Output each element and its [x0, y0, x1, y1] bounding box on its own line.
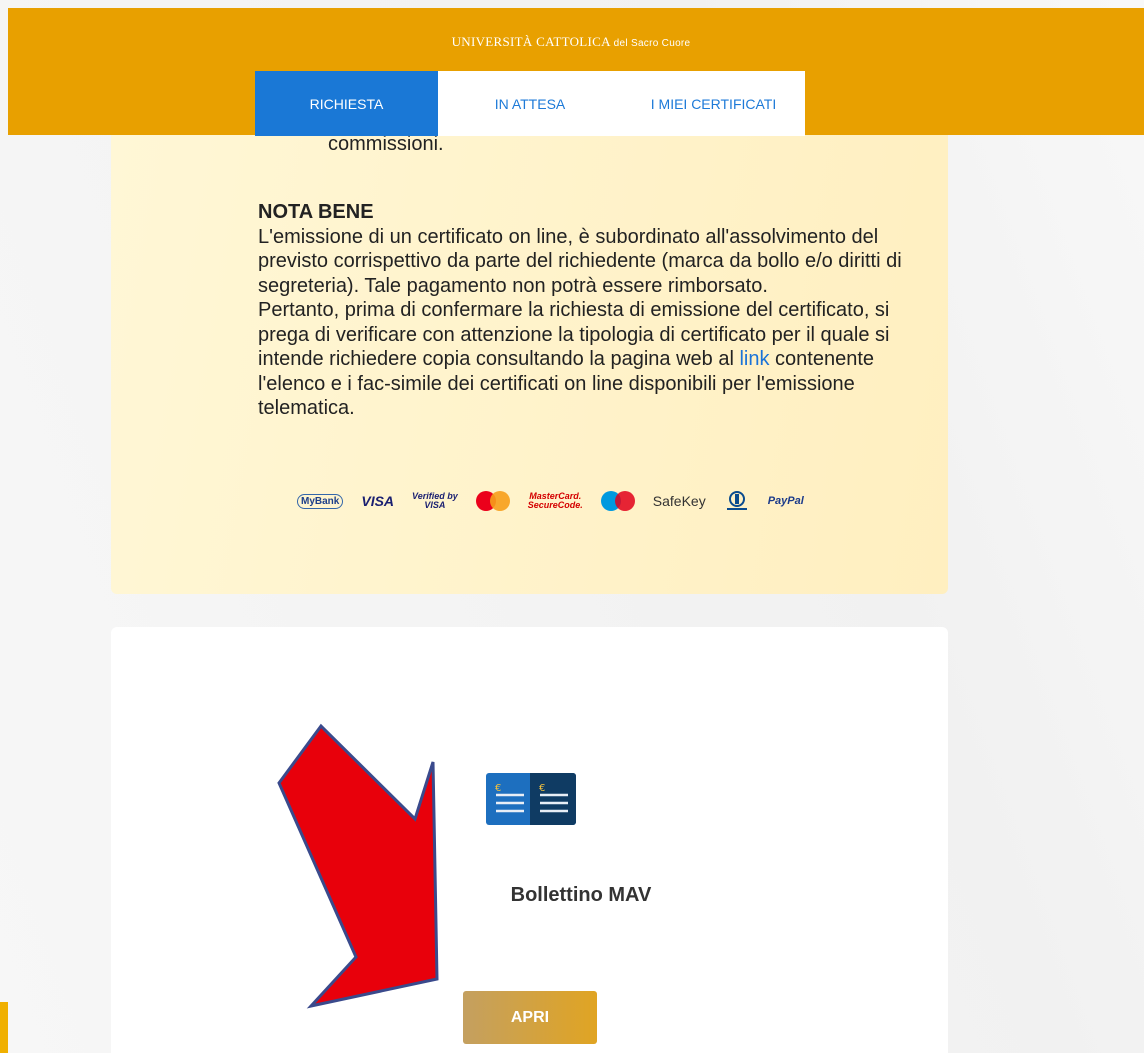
paypal-logo: PayPal	[767, 495, 804, 507]
verified-by-visa-logo: Verified by VISA	[412, 492, 458, 510]
side-tab[interactable]	[0, 1002, 8, 1053]
diners-club-logo	[724, 490, 750, 512]
maestro-logo	[600, 491, 635, 511]
mybank-logo: MyBank	[297, 493, 344, 509]
tab-richiesta[interactable]: RICHIESTA	[255, 71, 438, 136]
nota-text-1: L'emissione di un certificato on line, è…	[258, 225, 902, 297]
svg-text:€: €	[495, 783, 501, 794]
svg-text:€: €	[539, 783, 545, 794]
mcsc-line2: SecureCode.	[527, 500, 583, 510]
nota-bene-title: NOTA BENE	[258, 201, 374, 223]
mastercard-logo	[475, 491, 510, 511]
nota-bene-section: NOTA BENE L'emissione di un certificato …	[258, 200, 918, 421]
payment-method-title: Bollettino MAV	[510, 884, 652, 906]
tab-miei-certificati[interactable]: I MIEI CERTIFICATI	[622, 71, 805, 136]
clipped-text: commissioni.	[328, 133, 444, 155]
payment-method-card	[111, 627, 948, 1053]
mastercard-securecode-logo: MasterCard. SecureCode.	[528, 492, 583, 510]
university-name: UNIVERSITÀ CATTOLICA	[451, 34, 611, 49]
info-link[interactable]: link	[739, 348, 769, 370]
tab-bar: RICHIESTA IN ATTESA I MIEI CERTIFICATI	[255, 71, 805, 136]
payment-logos: MyBank VISA Verified by VISA MasterCard.…	[297, 490, 804, 512]
tab-in-attesa[interactable]: IN ATTESA	[438, 71, 622, 136]
apri-button[interactable]: APRI	[463, 991, 597, 1044]
university-subname: del Sacro Cuore	[613, 38, 691, 49]
safekey-logo: SafeKey	[652, 493, 706, 509]
vbv-line2: VISA	[424, 500, 446, 510]
mav-bill-icon: € €	[486, 773, 576, 830]
university-logo: UNIVERSITÀ CATTOLICA del Sacro Cuore	[8, 34, 1134, 50]
nota-text-2-wrapper: Pertanto, prima di confermare la richies…	[258, 298, 918, 421]
visa-logo: VISA	[361, 493, 395, 509]
